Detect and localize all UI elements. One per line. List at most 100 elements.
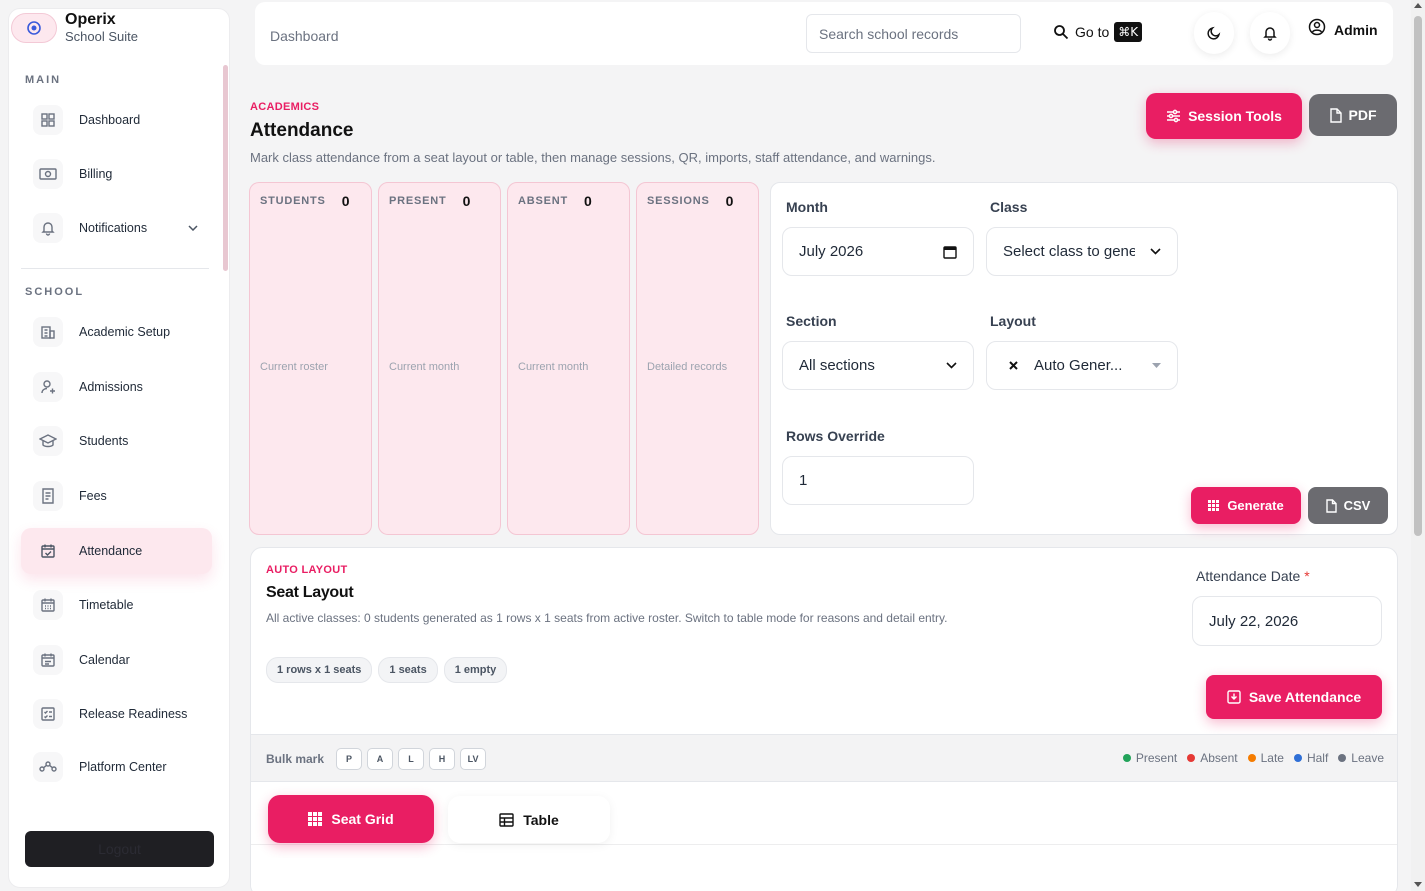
page-title: Attendance	[250, 120, 354, 141]
sidebar-item-notifications[interactable]: Notifications	[21, 205, 212, 251]
seat-grid-area	[251, 858, 1397, 891]
legend-absent: Absent	[1187, 751, 1238, 765]
goto-label: Go to	[1075, 24, 1110, 40]
search-icon	[1053, 24, 1069, 40]
grid-icon	[1208, 500, 1220, 511]
sidebar-item-calendar[interactable]: Calendar	[21, 637, 212, 683]
logout-button[interactable]: Logout	[25, 831, 214, 867]
layout-value: Auto Gener...	[1034, 357, 1123, 374]
rows-override-value: 1	[799, 472, 808, 489]
attendance-date-value: July 22, 2026	[1209, 612, 1299, 630]
class-select[interactable]: Select class to genе	[986, 227, 1178, 276]
scroll-up-icon[interactable]	[1414, 3, 1422, 8]
month-label: Month	[786, 199, 828, 215]
search-input[interactable]: Search school records	[806, 14, 1021, 53]
theme-toggle-button[interactable]	[1194, 12, 1234, 54]
breadcrumb[interactable]: Dashboard	[270, 28, 339, 44]
clear-icon[interactable]	[1009, 361, 1018, 370]
layout-chip: 1 empty	[443, 657, 508, 683]
sidebar-item-dashboard[interactable]: Dashboard	[21, 97, 212, 143]
page-scrollbar[interactable]	[1411, 0, 1425, 891]
required-asterisk: *	[1304, 568, 1310, 584]
tab-label: Seat Grid	[331, 811, 394, 827]
legend-present: Present	[1122, 751, 1177, 765]
brand-name: Operix	[65, 11, 116, 28]
session-tools-button[interactable]: Session Tools	[1146, 93, 1302, 139]
layout-select[interactable]: Auto Gener...	[986, 341, 1178, 390]
section-label: Section	[786, 313, 837, 329]
page-description: Mark class attendance from a seat layout…	[250, 150, 936, 165]
attendance-date-input[interactable]: July 22, 2026	[1192, 596, 1382, 646]
notifications-button[interactable]	[1250, 12, 1290, 54]
sidebar-item-fees[interactable]: Fees	[21, 473, 212, 519]
sidebar-item-timetable[interactable]: Timetable	[21, 582, 212, 628]
layout-label: Layout	[990, 313, 1036, 329]
tab-seat-grid[interactable]: Seat Grid	[268, 795, 434, 843]
tab-table[interactable]: Table	[448, 796, 610, 843]
calendar-check-icon	[33, 536, 63, 566]
brand-subtitle: School Suite	[65, 29, 138, 44]
sidebar-item-label: Billing	[79, 167, 113, 181]
legend-dot	[1187, 754, 1196, 762]
file-icon	[1329, 107, 1342, 123]
legend-half: Half	[1293, 751, 1328, 765]
bell-icon	[1262, 25, 1278, 41]
grid-icon	[308, 812, 323, 826]
bulk-absent-button[interactable]: A	[367, 748, 394, 770]
stat-subtitle: Detailed records	[647, 361, 728, 373]
sidebar-item-release-readiness[interactable]: Release Readiness	[21, 691, 212, 737]
goto-button[interactable]: Go to ⌘K	[1053, 22, 1143, 42]
sidebar-item-billing[interactable]: Billing	[21, 151, 212, 197]
money-icon	[33, 159, 63, 189]
section-select[interactable]: All sections	[782, 341, 974, 390]
sidebar-item-attendance[interactable]: Attendance	[21, 528, 212, 574]
building-icon	[33, 317, 63, 347]
chevron-down-icon	[188, 225, 198, 231]
user-menu[interactable]: Admin	[1308, 18, 1378, 38]
stat-subtitle: Current roster	[260, 361, 328, 373]
bulk-late-button[interactable]: L	[398, 748, 425, 770]
calendar-icon	[33, 645, 63, 675]
stat-card-sessions: SESSIONS 0 Detailed records	[636, 182, 759, 535]
seat-layout-card: AUTO LAYOUT Seat Layout All active class…	[250, 547, 1398, 891]
scroll-down-icon[interactable]	[1414, 882, 1422, 887]
stat-label: PRESENT	[389, 195, 447, 207]
tab-label: Table	[523, 811, 559, 828]
bulk-present-button[interactable]: P	[336, 748, 363, 770]
stat-value: 0	[584, 193, 593, 209]
pdf-button[interactable]: PDF	[1309, 94, 1397, 136]
page-eyebrow: ACADEMICS	[250, 101, 320, 113]
attendance-date-label-text: Attendance Date	[1196, 568, 1301, 584]
csv-button[interactable]: CSV	[1308, 487, 1388, 524]
brand[interactable]: Operix School Suite	[11, 11, 138, 44]
grid-icon	[33, 105, 63, 135]
bulk-leave-button[interactable]: LV	[460, 748, 487, 770]
sidebar-item-academic-setup[interactable]: Academic Setup	[21, 309, 212, 355]
search-placeholder: Search school records	[819, 25, 959, 42]
section-label-main: MAIN	[25, 74, 62, 86]
sidebar-item-label: Timetable	[79, 598, 134, 612]
class-value: Select class to genе	[1003, 243, 1135, 260]
sidebar-item-label: Notifications	[79, 221, 148, 235]
month-input[interactable]: July 2026	[782, 227, 974, 276]
stat-subtitle: Current month	[389, 361, 460, 373]
layout-chip: 1 rows x 1 seats	[266, 657, 373, 683]
rows-override-input[interactable]: 1	[782, 456, 974, 505]
file-icon	[1325, 498, 1337, 513]
scrollbar-thumb[interactable]	[1414, 16, 1422, 536]
table-icon	[499, 812, 514, 827]
status-legend: Present Absent Late Half Leave	[1113, 751, 1384, 765]
user-circle-icon	[1308, 18, 1326, 36]
seat-layout-description: All active classes: 0 students generated…	[266, 611, 948, 625]
month-value: July 2026	[799, 243, 864, 260]
sidebar-item-admissions[interactable]: Admissions	[21, 364, 212, 410]
sidebar-item-platform-center[interactable]: Platform Center	[21, 744, 212, 790]
sidebar-scrollbar[interactable]	[223, 65, 228, 271]
sidebar-item-label: Calendar	[79, 653, 130, 667]
caret-down-icon	[1152, 363, 1161, 368]
sidebar-item-students[interactable]: Students	[21, 418, 212, 464]
save-attendance-button[interactable]: Save Attendance	[1206, 675, 1382, 719]
generate-button[interactable]: Generate	[1191, 487, 1301, 524]
bulk-half-button[interactable]: H	[429, 748, 456, 770]
legend-label: Absent	[1200, 751, 1238, 765]
